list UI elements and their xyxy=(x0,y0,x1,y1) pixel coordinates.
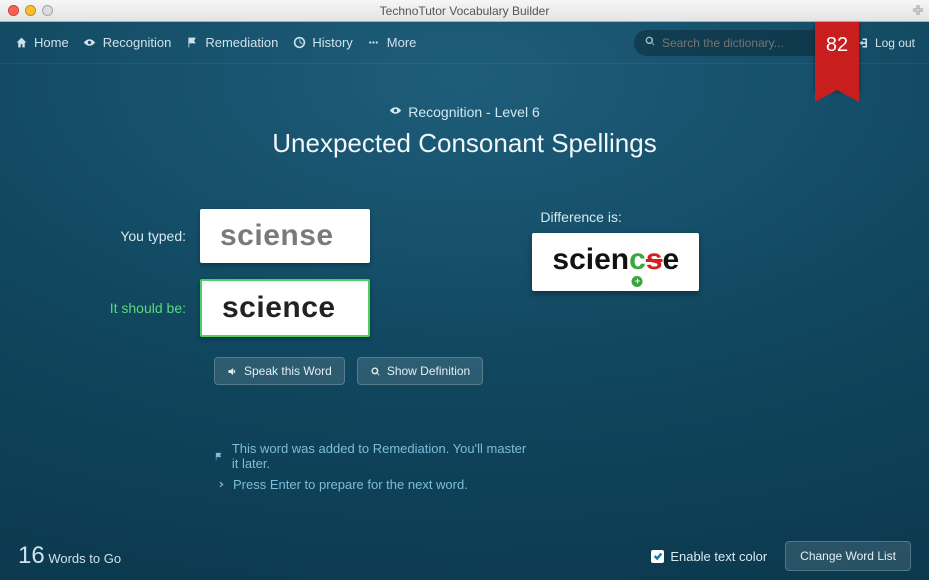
should-label: It should be: xyxy=(40,300,200,316)
titlebar: TechnoTutor Vocabulary Builder xyxy=(0,0,929,22)
diff-label: Difference is: xyxy=(540,209,889,225)
search-box[interactable] xyxy=(634,30,834,56)
typed-box: sciense xyxy=(200,209,370,263)
hint-enter: Press Enter to prepare for the next word… xyxy=(214,477,532,492)
clock-icon xyxy=(292,36,306,50)
words-count-label: Words to Go xyxy=(48,551,121,566)
hint-remediation-text: This word was added to Remediation. You'… xyxy=(232,441,533,471)
typed-label: You typed: xyxy=(40,228,200,244)
nav-more[interactable]: More xyxy=(367,35,417,50)
window-title: TechnoTutor Vocabulary Builder xyxy=(0,4,929,18)
definition-label: Show Definition xyxy=(387,364,470,378)
heading-title: Unexpected Consonant Spellings xyxy=(0,128,929,159)
words-to-go: 16 Words to Go xyxy=(18,542,121,570)
home-icon xyxy=(14,36,28,50)
diff-letter: s xyxy=(646,245,663,275)
change-word-list-button[interactable]: Change Word List xyxy=(785,541,911,571)
change-word-list-label: Change Word List xyxy=(800,549,896,563)
diff-letter: scien xyxy=(552,245,629,275)
window-expand-icon[interactable] xyxy=(913,4,923,18)
main-area: You typed: sciense It should be: science… xyxy=(0,209,929,498)
nav-history-label: History xyxy=(312,35,352,50)
hint-remediation: This word was added to Remediation. You'… xyxy=(214,441,532,471)
flag-icon xyxy=(214,451,224,462)
enable-text-color-toggle[interactable]: Enable text color xyxy=(651,549,767,564)
left-column: You typed: sciense It should be: science… xyxy=(40,209,532,498)
nav-remediation[interactable]: Remediation xyxy=(185,35,278,50)
enable-text-color-label: Enable text color xyxy=(670,549,767,564)
search-icon xyxy=(644,35,656,50)
right-column: Difference is: scienc+se xyxy=(532,209,889,498)
typed-row: You typed: sciense xyxy=(40,209,532,263)
nav-remediation-label: Remediation xyxy=(205,35,278,50)
top-nav: Home Recognition Remediation History Mor… xyxy=(0,22,929,64)
search-icon xyxy=(370,366,381,377)
flag-icon xyxy=(185,36,199,50)
logout-label: Log out xyxy=(875,36,915,50)
logout-button[interactable]: Log out xyxy=(858,36,915,50)
heading: Recognition - Level 6 Unexpected Consona… xyxy=(0,104,929,159)
footer: 16 Words to Go Enable text color Change … xyxy=(0,532,929,580)
nav-history[interactable]: History xyxy=(292,35,352,50)
nav-home[interactable]: Home xyxy=(14,35,69,50)
speak-label: Speak this Word xyxy=(244,364,332,378)
more-icon xyxy=(367,36,381,50)
zoom-window-button[interactable] xyxy=(42,5,53,16)
search-input[interactable] xyxy=(662,36,824,50)
minimize-window-button[interactable] xyxy=(25,5,36,16)
action-row: Speak this Word Show Definition xyxy=(214,357,532,385)
ribbon-value: 82 xyxy=(815,34,859,57)
eye-icon xyxy=(389,104,402,120)
should-box: science xyxy=(200,279,370,337)
nav-home-label: Home xyxy=(34,35,69,50)
eye-icon xyxy=(83,36,97,50)
definition-button[interactable]: Show Definition xyxy=(357,357,483,385)
logout-icon xyxy=(858,37,870,49)
add-badge-icon: + xyxy=(632,276,643,287)
heading-mode: Recognition - Level 6 xyxy=(408,104,540,120)
words-count: 16 xyxy=(18,542,45,569)
hint-enter-text: Press Enter to prepare for the next word… xyxy=(233,477,468,492)
heading-sub: Recognition - Level 6 xyxy=(389,104,540,120)
hints: This word was added to Remediation. You'… xyxy=(214,441,532,492)
arrow-right-icon xyxy=(214,479,225,490)
nav-recognition[interactable]: Recognition xyxy=(83,35,172,50)
score-ribbon: 82 xyxy=(815,22,859,90)
nav-recognition-label: Recognition xyxy=(103,35,172,50)
should-row: It should be: science xyxy=(40,279,532,337)
diff-letter: c+ xyxy=(629,245,646,275)
app-root: 82 Home Recognition Remediation History xyxy=(0,22,929,580)
speaker-icon xyxy=(227,366,238,377)
diff-box: scienc+se xyxy=(532,233,699,291)
diff-letter: e xyxy=(663,245,680,275)
close-window-button[interactable] xyxy=(8,5,19,16)
checkbox-icon xyxy=(651,550,664,563)
speak-button[interactable]: Speak this Word xyxy=(214,357,345,385)
traffic-lights xyxy=(8,5,53,16)
nav-more-label: More xyxy=(387,35,417,50)
